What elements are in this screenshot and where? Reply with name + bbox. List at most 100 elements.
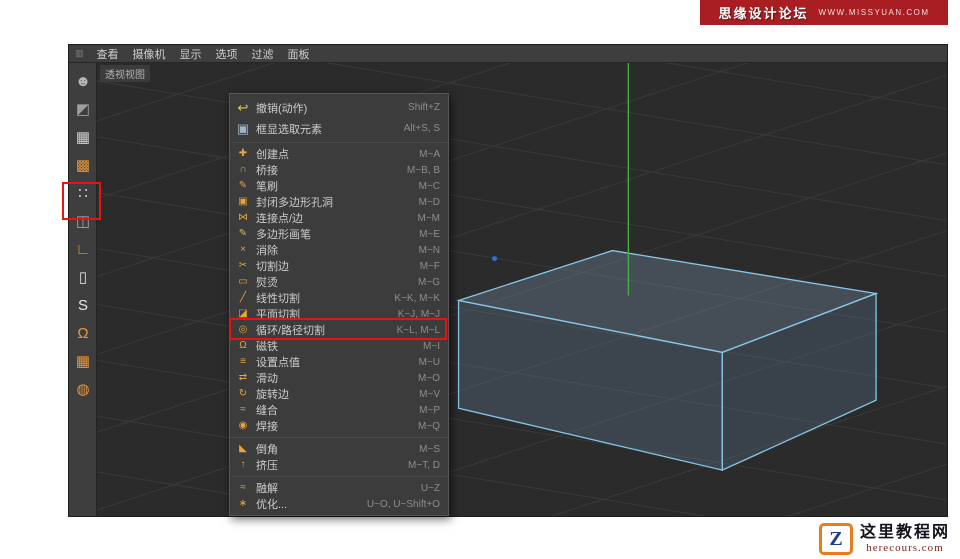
viewport-label: 透视视图 bbox=[100, 65, 150, 82]
menu-item-label: 缝合 bbox=[256, 405, 278, 417]
menu-item-label: 消除 bbox=[256, 245, 278, 257]
menu-item-shortcut: M~M bbox=[417, 212, 441, 224]
menu-item-16[interactable]: ≡ 设置点值 M~U bbox=[230, 354, 448, 370]
menu-item-17[interactable]: ⇄ 滑动 M~O bbox=[230, 370, 448, 386]
menu-item-15[interactable]: Ω 磁铁 M~I bbox=[230, 338, 448, 354]
menu-item-6[interactable]: ▣ 封闭多边形孔洞 M~D bbox=[230, 194, 448, 210]
undo-icon: ↩ bbox=[237, 100, 249, 115]
context-menu: ↩ 撤销(动作) Shift+Z ▣ 框显选取元素 Alt+S, S ✚ 创建点 M~A ∩ 桥接 M… bbox=[229, 93, 449, 516]
texture-mode-button[interactable]: ▦ bbox=[70, 124, 96, 150]
menubar-item-5[interactable]: 过滤 bbox=[245, 49, 281, 61]
make-editable-button[interactable]: ☻ bbox=[70, 68, 96, 94]
stitch-icon: ≈ bbox=[240, 404, 246, 415]
menubar-item-2[interactable]: 摄像机 bbox=[126, 49, 173, 61]
workplane-lock-icon: ▦ bbox=[75, 352, 91, 370]
menu-item-label: 笔刷 bbox=[256, 181, 278, 193]
menu-item-10[interactable]: ✂ 切割边 M~F bbox=[230, 258, 448, 274]
watermark: Z 这里教程网 herecours.com bbox=[816, 522, 952, 556]
lock-workplane-button[interactable]: ▦ bbox=[70, 348, 96, 374]
menu-item-22[interactable]: ◣ 倒角 M~S bbox=[230, 441, 448, 457]
menu-item-shortcut: M~A bbox=[419, 148, 440, 160]
menu-item-label: 融解 bbox=[256, 483, 278, 495]
menu-item-shortcut: M~Q bbox=[418, 420, 440, 432]
menu-item-shortcut: U~Z bbox=[420, 482, 440, 494]
viewport-solo-button[interactable]: ▯ bbox=[70, 264, 96, 290]
menu-item-25[interactable]: ≈ 融解 U~Z bbox=[230, 480, 448, 496]
menu-item-shortcut: M~V bbox=[419, 388, 440, 400]
model-mode-button[interactable]: ◩ bbox=[70, 96, 96, 122]
annotation-toolbar-highlight bbox=[62, 182, 101, 220]
enable-axis-button[interactable]: ∟ bbox=[70, 236, 96, 262]
menu-item-shortcut: M~U bbox=[418, 356, 440, 368]
rotate-edge-icon: ↻ bbox=[238, 388, 248, 399]
menu-item-label: 优化... bbox=[256, 499, 288, 511]
menu-item-shortcut: K~K, M~K bbox=[394, 292, 440, 304]
menu-item-label: 倒角 bbox=[256, 444, 278, 456]
banner-url: WWW.MISSYUAN.COM bbox=[818, 8, 930, 17]
c4d-window: ▥ 查看 摄像机 显示 选项 过滤 面板 ☻ ◩ ▦ ▩ ∷ ◫ ∟ ▯ S Ω ▦ ◍ 透视视图 ↩ 撤销(动作… bbox=[68, 44, 948, 517]
page: 思缘设计论坛 WWW.MISSYUAN.COM ▥ 查看 摄像机 显示 选项 过滤 面板 … bbox=[0, 0, 960, 559]
connect-points-edges-icon: ⋈ bbox=[238, 212, 248, 223]
menubar-item-6[interactable]: 面板 bbox=[281, 49, 317, 61]
menu-item-label: 旋转边 bbox=[256, 389, 289, 401]
menu-item-12[interactable]: ╱ 线性切割 K~K, M~K bbox=[230, 290, 448, 306]
close-polygon-hole-icon: ▣ bbox=[238, 196, 248, 207]
object-axis-dot bbox=[492, 256, 498, 262]
uv-texture-mode-button[interactable]: ▩ bbox=[70, 152, 96, 178]
menu-item-shortcut: M~E bbox=[419, 228, 440, 240]
menu-item-11[interactable]: ▭ 熨烫 M~G bbox=[230, 274, 448, 290]
menu-item-3[interactable]: ✚ 创建点 M~A bbox=[230, 146, 448, 162]
uv-grid-icon: ▩ bbox=[75, 156, 91, 174]
menu-item-shortcut: M~I bbox=[423, 340, 440, 352]
menu-item-shortcut: M~D bbox=[418, 196, 440, 208]
brush-icon: ✎ bbox=[238, 180, 248, 191]
menu-item-label: 桥接 bbox=[256, 165, 278, 177]
menu-item-8[interactable]: ✎ 多边形画笔 M~E bbox=[230, 226, 448, 242]
menu-item-label: 切割边 bbox=[256, 261, 289, 273]
slide-icon: ⇄ bbox=[238, 372, 248, 383]
menu-item-label: 撤销(动作) bbox=[256, 102, 308, 115]
menu-item-label: 设置点值 bbox=[256, 357, 300, 369]
menu-item-label: 挤压 bbox=[256, 460, 278, 472]
menu-item-1[interactable]: ▣ 框显选取元素 Alt+S, S bbox=[230, 118, 448, 139]
banner-title: 思缘设计论坛 bbox=[718, 6, 809, 21]
menu-separator bbox=[231, 476, 447, 477]
axis-l-icon: ∟ bbox=[75, 240, 91, 258]
menu-item-23[interactable]: ↑ 挤压 M~T, D bbox=[230, 457, 448, 473]
menu-item-shortcut: M~T, D bbox=[408, 459, 440, 471]
forum-banner: 思缘设计论坛 WWW.MISSYUAN.COM bbox=[700, 0, 948, 25]
menu-item-0[interactable]: ↩ 撤销(动作) Shift+Z bbox=[230, 97, 448, 118]
menu-item-7[interactable]: ⋈ 连接点/边 M~M bbox=[230, 210, 448, 226]
menubar-item-3[interactable]: 显示 bbox=[173, 49, 209, 61]
menu-item-19[interactable]: ≈ 缝合 M~P bbox=[230, 402, 448, 418]
menu-item-26[interactable]: ∗ 优化... U~O, U~Shift+O bbox=[230, 496, 448, 512]
optimize-icon: ∗ bbox=[238, 498, 248, 509]
menubar-item-1[interactable]: 查看 bbox=[90, 49, 126, 61]
menu-item-4[interactable]: ∩ 桥接 M~B, B bbox=[230, 162, 448, 178]
menu-item-label: 连接点/边 bbox=[256, 213, 304, 225]
menu-separator bbox=[231, 437, 447, 438]
menu-item-label: 多边形画笔 bbox=[256, 229, 311, 241]
menu-separator bbox=[231, 142, 447, 143]
menu-item-shortcut: M~O bbox=[418, 372, 440, 384]
menubar-items: 查看 摄像机 显示 选项 过滤 面板 bbox=[90, 45, 317, 63]
menu-item-shortcut: M~N bbox=[418, 244, 440, 256]
menu-grip-icon[interactable]: ▥ bbox=[75, 48, 84, 59]
enable-snap-button[interactable]: S bbox=[70, 292, 96, 318]
melt-icon: ≈ bbox=[240, 482, 246, 493]
viewport[interactable]: 透视视图 bbox=[97, 63, 947, 516]
menubar: ▥ 查看 摄像机 显示 选项 过滤 面板 bbox=[69, 45, 947, 63]
quantize-button[interactable]: ◍ bbox=[70, 376, 96, 402]
watermark-logo: Z bbox=[818, 523, 853, 555]
menu-item-shortcut: M~C bbox=[418, 180, 440, 192]
annotation-menu-highlight bbox=[229, 318, 447, 340]
magnet-button[interactable]: Ω bbox=[70, 320, 96, 346]
make-editable-icon: ☻ bbox=[75, 72, 91, 90]
menu-item-5[interactable]: ✎ 笔刷 M~C bbox=[230, 178, 448, 194]
menu-item-18[interactable]: ↻ 旋转边 M~V bbox=[230, 386, 448, 402]
menu-item-label: 焊接 bbox=[256, 421, 278, 433]
menu-item-20[interactable]: ◉ 焊接 M~Q bbox=[230, 418, 448, 434]
menubar-item-4[interactable]: 选项 bbox=[209, 49, 245, 61]
menu-item-label: 封闭多边形孔洞 bbox=[256, 197, 333, 209]
menu-item-9[interactable]: × 消除 M~N bbox=[230, 242, 448, 258]
